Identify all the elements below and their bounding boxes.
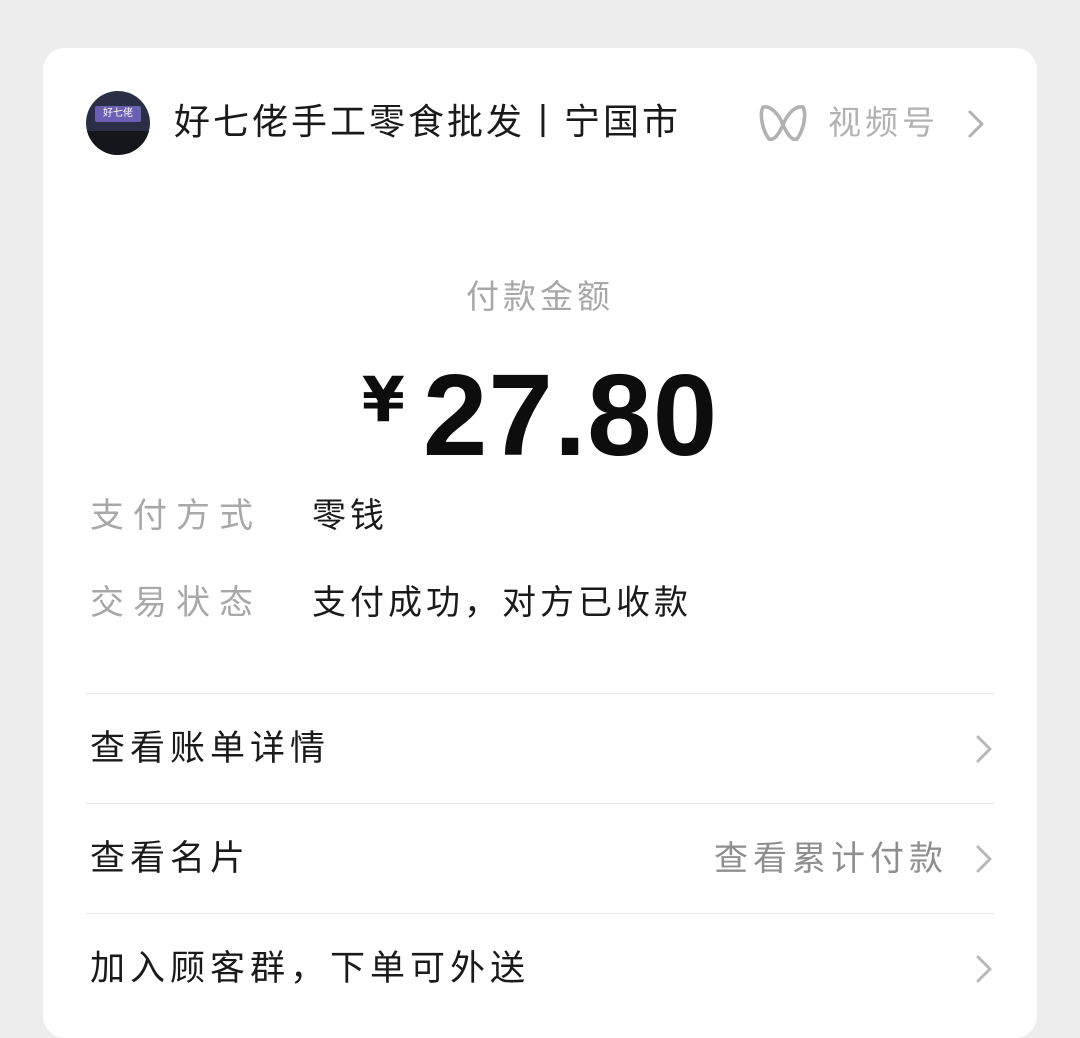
transaction-status-label: 交易状态 bbox=[90, 583, 262, 623]
amount-value: 27.80 bbox=[422, 350, 719, 480]
transaction-status-row: 交易状态 支付成功，对方已收款 bbox=[90, 578, 692, 628]
chevron-right-icon bbox=[968, 110, 984, 138]
chevron-right-icon bbox=[976, 955, 992, 983]
view-cumulative-payments-link[interactable]: 查看累计付款 bbox=[714, 804, 948, 914]
channels-icon bbox=[759, 105, 807, 142]
chevron-right-icon bbox=[976, 735, 992, 763]
menu-item-label: 加入顾客群，下单可外送 bbox=[90, 949, 531, 989]
channels-label: 视频号 bbox=[828, 103, 939, 142]
amount-label: 付款金额 bbox=[466, 277, 614, 316]
menu-item-label: 查看名片 bbox=[90, 839, 251, 879]
view-business-card-item[interactable]: 查看名片 查看累计付款 bbox=[86, 804, 994, 914]
payment-method-value: 零钱 bbox=[312, 496, 388, 536]
payment-method-row: 支付方式 零钱 bbox=[90, 491, 388, 541]
chevron-right-icon bbox=[976, 845, 992, 873]
merchant-header[interactable]: 好七佬 好七佬手工零食批发丨宁国市 视频号 bbox=[86, 91, 994, 155]
currency-symbol: ¥ bbox=[361, 363, 405, 436]
transaction-status-value: 支付成功，对方已收款 bbox=[312, 583, 692, 623]
menu-item-label: 查看账单详情 bbox=[90, 729, 331, 769]
join-customer-group-item[interactable]: 加入顾客群，下单可外送 bbox=[86, 914, 994, 1024]
merchant-avatar[interactable]: 好七佬 bbox=[86, 91, 150, 155]
merchant-name[interactable]: 好七佬手工零食批发丨宁国市 bbox=[174, 91, 681, 155]
avatar-storefront bbox=[86, 131, 150, 155]
payment-result-card: 好七佬 好七佬手工零食批发丨宁国市 视频号 付款金额 ¥27.80 支付方式 零钱… bbox=[43, 48, 1037, 1038]
payment-amount: ¥27.80 bbox=[43, 348, 1037, 482]
view-bill-details-item[interactable]: 查看账单详情 bbox=[86, 694, 994, 804]
avatar-sign-text: 好七佬 bbox=[95, 106, 141, 122]
payment-method-label: 支付方式 bbox=[90, 496, 262, 536]
